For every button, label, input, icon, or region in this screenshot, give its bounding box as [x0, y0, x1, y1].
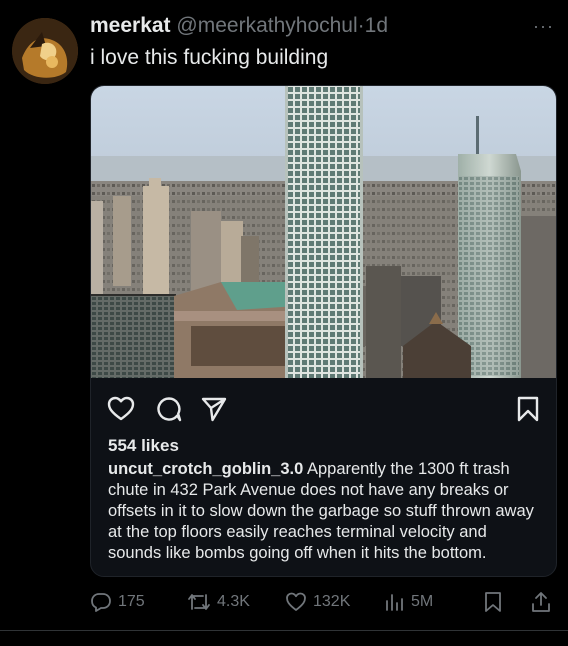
bookmark-button[interactable]: [483, 588, 509, 616]
bookmark-icon[interactable]: [516, 396, 540, 422]
avatar[interactable]: [12, 18, 78, 84]
heart-icon: [286, 592, 306, 611]
timestamp[interactable]: 1d: [365, 14, 388, 37]
repost-count: 4.3K: [217, 593, 250, 610]
divider: [0, 630, 568, 631]
share-button[interactable]: [530, 588, 558, 616]
separator-dot: ·: [357, 14, 365, 37]
like-button[interactable]: 132K: [285, 588, 350, 616]
repost-icon: [188, 594, 210, 610]
tweet-text: i love this fucking building: [90, 46, 329, 69]
reply-icon: [91, 593, 111, 612]
views-button[interactable]: 5M: [383, 588, 433, 616]
embedded-post-card[interactable]: 554 likes uncut_crotch_goblin_3.0 Appare…: [90, 85, 557, 577]
bookmark-icon: [485, 592, 501, 612]
reply-count: 175: [118, 593, 145, 610]
comment-icon[interactable]: [156, 396, 182, 422]
share-icon: [532, 592, 550, 612]
caption-username[interactable]: uncut_crotch_goblin_3.0: [108, 460, 303, 478]
avatar-image: [12, 18, 78, 84]
reply-button[interactable]: 175: [90, 588, 145, 616]
post-caption: uncut_crotch_goblin_3.0 Apparently the 1…: [108, 459, 543, 564]
views-icon: [386, 594, 403, 611]
share-icon[interactable]: [201, 396, 227, 422]
building-photo[interactable]: [91, 86, 556, 378]
like-count: 132K: [313, 593, 351, 610]
repost-button[interactable]: 4.3K: [187, 588, 250, 616]
ellipsis-icon[interactable]: ···: [533, 16, 554, 37]
heart-icon[interactable]: [107, 396, 135, 422]
post-actions: [91, 386, 556, 428]
views-count: 5M: [411, 593, 434, 610]
user-handle[interactable]: @meerkathyhochul: [176, 14, 357, 37]
likes-count[interactable]: 554 likes: [108, 436, 179, 456]
tweet-stats: 175 4.3K 132K 5M: [90, 588, 560, 618]
tweet-header: meerkat @meerkathyhochul·1d: [90, 14, 388, 38]
display-name[interactable]: meerkat: [90, 14, 171, 37]
